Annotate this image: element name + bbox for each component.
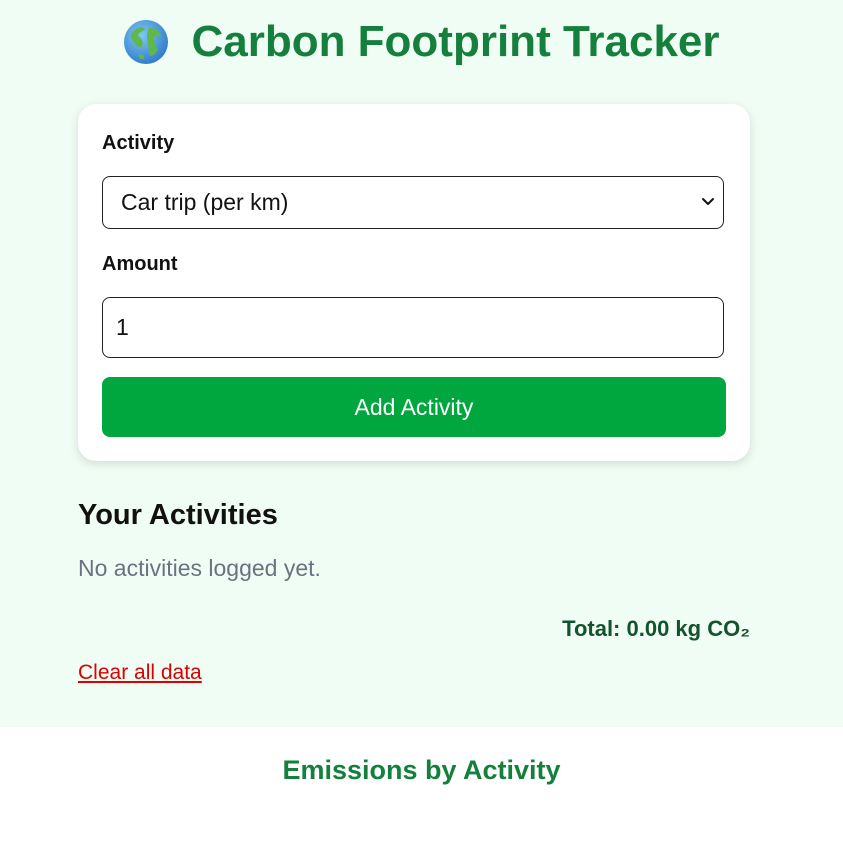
chevron-down-icon	[702, 198, 714, 205]
activity-select-value: Car trip (per km)	[121, 189, 289, 215]
activities-heading: Your Activities	[78, 499, 278, 531]
total-emissions: Total: 0.00 kg CO₂	[562, 616, 750, 641]
tracker-section: Carbon Footprint Tracker Activity Car tr…	[0, 0, 843, 727]
amount-input[interactable]: 1	[102, 297, 724, 358]
amount-input-value: 1	[116, 314, 129, 340]
amount-label: Amount	[102, 253, 178, 275]
globe-icon	[124, 20, 169, 64]
page-title: Carbon Footprint Tracker	[191, 17, 720, 66]
activity-select[interactable]: Car trip (per km)	[102, 176, 724, 229]
clear-all-data-link[interactable]: Clear all data	[78, 661, 202, 685]
activity-form-card: Activity Car trip (per km) Amount 1 Add …	[78, 104, 750, 461]
page-header: Carbon Footprint Tracker	[0, 14, 843, 70]
add-activity-button[interactable]: Add Activity	[102, 377, 726, 437]
chart-title: Emissions by Activity	[282, 755, 561, 785]
empty-activities-message: No activities logged yet.	[78, 555, 321, 581]
activity-label: Activity	[102, 132, 175, 154]
